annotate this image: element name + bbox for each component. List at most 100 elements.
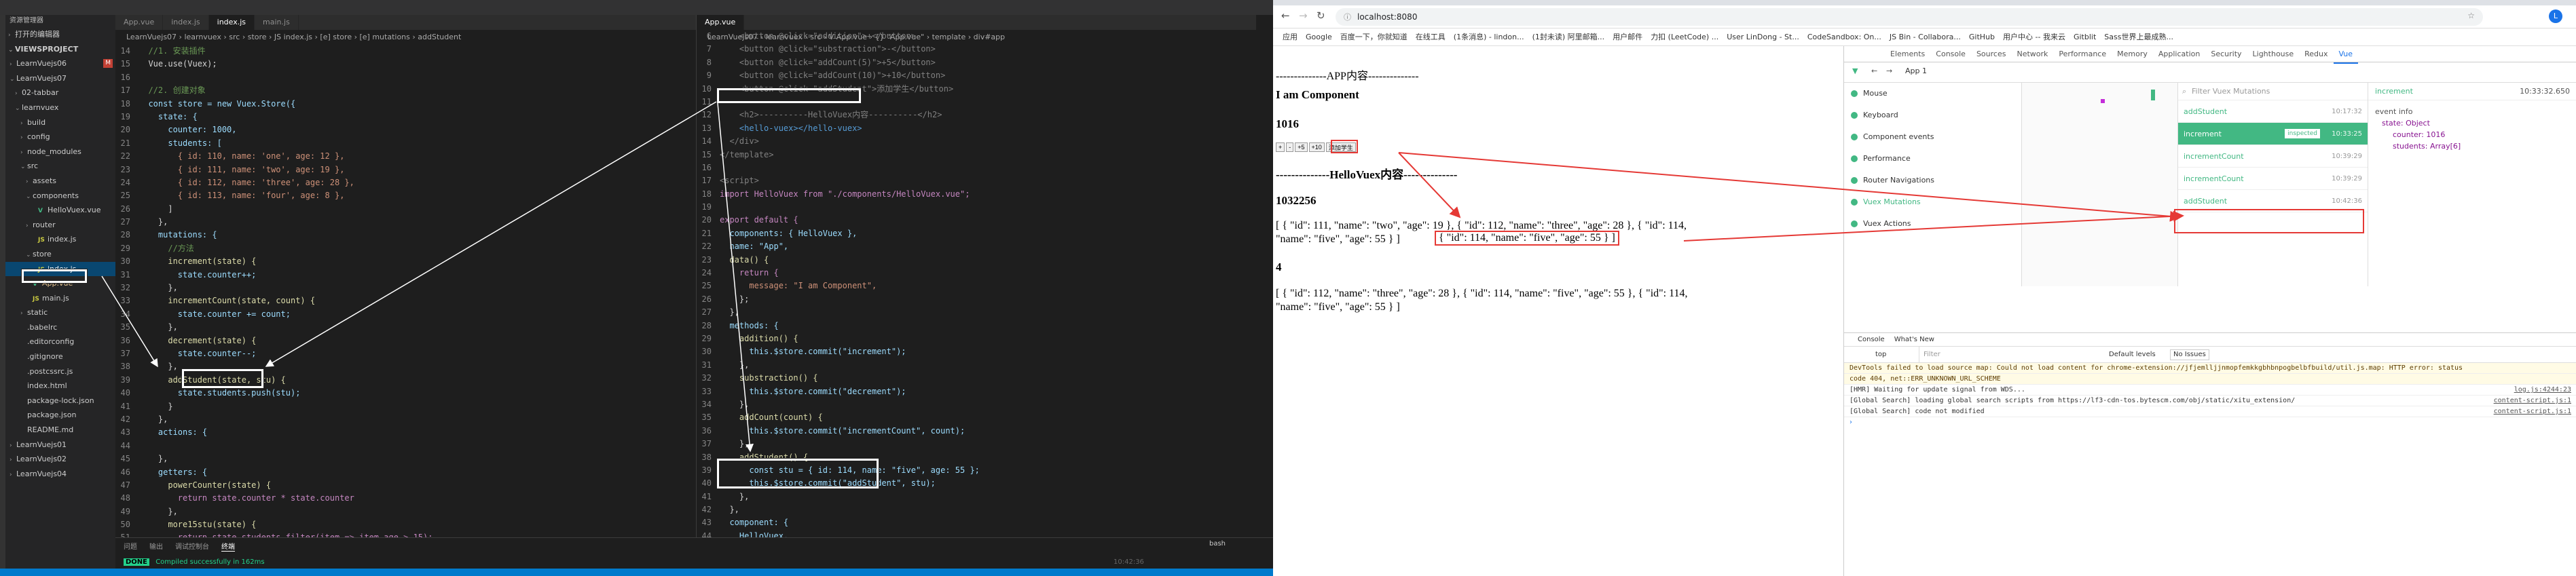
editor-tab[interactable]: main.js bbox=[255, 15, 299, 30]
issues-button[interactable]: No Issues bbox=[2170, 349, 2209, 360]
workspace-section[interactable]: ⌄ VIEWSPROJECT bbox=[5, 42, 115, 57]
event-info-row[interactable]: event info bbox=[2375, 106, 2570, 117]
tree-item[interactable]: › static bbox=[5, 305, 115, 320]
tree-item[interactable]: › config bbox=[5, 130, 115, 145]
bookmark-item[interactable]: CodeSandbox: On... bbox=[1807, 28, 1881, 46]
bookmark-item[interactable]: GitHub bbox=[1969, 28, 1995, 46]
code-area[interactable]: 14 //1. 安装插件 15 Vue.use(Vuex); 16 17 //2. 创… bbox=[115, 45, 696, 545]
source-link[interactable]: content-script.js:1 bbox=[2494, 408, 2571, 415]
bookmark-item[interactable]: Gitblit bbox=[2074, 28, 2096, 46]
editor-tab[interactable]: index.js bbox=[163, 15, 209, 30]
page-button[interactable]: - bbox=[1286, 142, 1294, 152]
star-icon[interactable]: ☆ bbox=[2467, 11, 2475, 20]
devtools-tab[interactable]: Console bbox=[1930, 46, 1971, 62]
bookmark-item[interactable]: User LinDong - St... bbox=[1727, 28, 1799, 46]
devtools-tab[interactable]: Memory bbox=[2112, 46, 2153, 62]
terminal-select[interactable]: bash bbox=[1209, 540, 1226, 548]
tree-item[interactable]: V HelloVuex.vue bbox=[5, 203, 115, 218]
vue-menu-item[interactable]: Vuex Mutations bbox=[1844, 191, 2021, 213]
console-filter[interactable]: Filter bbox=[1919, 347, 2068, 363]
tree-item[interactable]: › assets bbox=[5, 174, 115, 189]
devtools-tab[interactable]: Application bbox=[2153, 46, 2205, 62]
tree-item[interactable]: › build bbox=[5, 115, 115, 130]
panel-tab[interactable]: 输出 bbox=[149, 541, 163, 552]
tree-item[interactable]: ⌄ components bbox=[5, 189, 115, 204]
tree-item[interactable]: .editorconfig bbox=[5, 334, 115, 349]
bookmark-item[interactable]: (1条消息) - lindon... bbox=[1454, 28, 1524, 46]
tree-item[interactable]: › LearnVuejs02 bbox=[5, 452, 115, 467]
bookmark-item[interactable]: Google bbox=[1306, 28, 1332, 46]
tree-item[interactable]: README.md bbox=[5, 423, 115, 438]
panel-tab[interactable]: 终端 bbox=[221, 541, 235, 552]
editor-tab[interactable]: App.vue bbox=[115, 15, 164, 30]
tree-item[interactable]: ⌄ src bbox=[5, 159, 115, 174]
tree-item[interactable]: .gitignore bbox=[5, 349, 115, 364]
context-select[interactable]: top bbox=[1875, 347, 1886, 363]
breadcrumb[interactable]: LearnVuejs07 › learnvuex › src › store ›… bbox=[115, 30, 696, 45]
panel-tab[interactable]: 问题 bbox=[124, 541, 137, 552]
forward-icon[interactable]: → bbox=[1299, 9, 1308, 22]
bookmark-item[interactable]: 用户中心 -- 我来云 bbox=[2003, 28, 2065, 46]
tree-item[interactable]: ⌄ store bbox=[5, 247, 115, 262]
bookmark-item[interactable]: 用户邮件 bbox=[1613, 28, 1642, 46]
page-button[interactable]: + bbox=[1276, 142, 1285, 152]
vue-menu-item[interactable]: Mouse bbox=[1844, 83, 2021, 104]
devtools-tab[interactable]: Vue bbox=[2333, 46, 2359, 64]
vue-menu-item[interactable]: Router Navigations bbox=[1844, 170, 2021, 191]
bookmark-item[interactable]: Sass世界上最成熟... bbox=[2104, 28, 2173, 46]
panel-tab[interactable]: 调试控制台 bbox=[175, 541, 209, 552]
mutation-item[interactable]: addStudent 10:17:32 bbox=[2178, 100, 2368, 123]
devtools-tab[interactable]: Performance bbox=[2053, 46, 2112, 62]
source-link[interactable]: content-script.js:1 bbox=[2494, 397, 2571, 404]
devtools-tab[interactable]: Network bbox=[2011, 46, 2053, 62]
tree-item[interactable]: › LearnVuejs06 M bbox=[5, 56, 115, 71]
bookmark-item[interactable]: 百度一下，你就知道 bbox=[1340, 28, 1407, 46]
bookmark-item[interactable]: JS Bin - Collabora... bbox=[1890, 28, 1961, 46]
tree-item[interactable]: package.json bbox=[5, 408, 115, 423]
vue-menu-item[interactable]: Performance bbox=[1844, 148, 2021, 170]
source-link[interactable]: log.js:4244:23 bbox=[2514, 386, 2571, 393]
mutation-filter[interactable]: ⌕ Filter Vuex Mutations bbox=[2178, 83, 2368, 100]
tree-item[interactable]: .babelrc bbox=[5, 320, 115, 335]
console-tab[interactable]: What's New bbox=[1894, 336, 1934, 343]
mutation-item[interactable]: incrementCount 10:39:29 bbox=[2178, 145, 2368, 168]
editor-tab[interactable]: index.js bbox=[208, 15, 255, 30]
devtools-tab[interactable]: Elements bbox=[1885, 46, 1930, 62]
tree-item[interactable]: JS index.js bbox=[5, 232, 115, 247]
back-icon[interactable]: ← bbox=[1281, 9, 1290, 22]
levels-select[interactable]: Default levels bbox=[2109, 347, 2156, 363]
open-editors-section[interactable]: › 打开的编辑器 bbox=[5, 27, 115, 42]
tree-item[interactable]: package-lock.json bbox=[5, 393, 115, 408]
tree-item[interactable]: › router bbox=[5, 218, 115, 233]
page-button[interactable]: +10 bbox=[1308, 142, 1325, 152]
tree-item[interactable]: ⌄ LearnVuejs07 bbox=[5, 71, 115, 86]
devtools-tab[interactable]: Security bbox=[2205, 46, 2247, 62]
editor-tab[interactable]: App.vue bbox=[697, 15, 745, 30]
tree-item[interactable]: ⌄ learnvuex bbox=[5, 100, 115, 115]
forward-icon[interactable]: → bbox=[1886, 66, 1892, 75]
back-icon[interactable]: ← bbox=[1871, 66, 1877, 75]
app-selector[interactable]: App 1 bbox=[1905, 66, 1927, 75]
tree-item[interactable]: › LearnVuejs01 bbox=[5, 438, 115, 453]
vue-menu-item[interactable]: Component events bbox=[1844, 126, 2021, 148]
bookmark-item[interactable]: (1封未读) 阿里邮箱... bbox=[1532, 28, 1605, 46]
console-tab[interactable]: Console bbox=[1858, 336, 1885, 343]
bookmark-item[interactable]: 应用 bbox=[1283, 28, 1298, 46]
bookmark-item[interactable]: 力扣 (LeetCode) ... bbox=[1651, 28, 1718, 46]
vue-menu-item[interactable]: Keyboard bbox=[1844, 104, 2021, 126]
state-row[interactable]: state: Object bbox=[2382, 117, 2570, 129]
reload-icon[interactable]: ↻ bbox=[1317, 9, 1325, 22]
devtools-tab[interactable]: Sources bbox=[1971, 46, 2012, 62]
tree-item[interactable]: › node_modules bbox=[5, 145, 115, 159]
students-row[interactable]: students: Array[6] bbox=[2393, 140, 2570, 152]
tree-item[interactable]: › 02-tabbar bbox=[5, 85, 115, 100]
info-icon[interactable]: ⓘ bbox=[1344, 12, 1351, 22]
devtools-tab[interactable]: Lighthouse bbox=[2247, 46, 2300, 62]
avatar[interactable]: L bbox=[2549, 9, 2562, 23]
address-bar[interactable]: ⓘ localhost:8080 ☆ bbox=[1336, 8, 2483, 26]
mutation-item[interactable]: incrementCount 10:39:29 bbox=[2178, 168, 2368, 190]
devtools-tab[interactable]: Redux bbox=[2299, 46, 2333, 62]
console-prompt[interactable]: › bbox=[1844, 417, 2576, 427]
tree-item[interactable]: index.html bbox=[5, 379, 115, 393]
vue-menu-item[interactable]: Vuex Actions bbox=[1844, 213, 2021, 235]
